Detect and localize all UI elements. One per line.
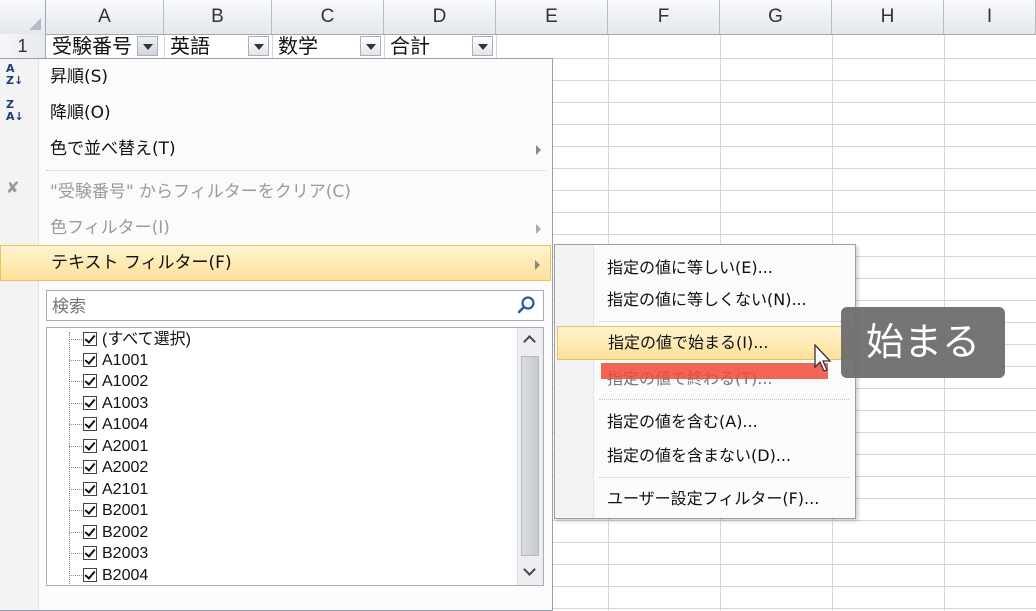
column-header-b[interactable]: B	[164, 0, 272, 34]
filter-not-equals-item[interactable]: 指定の値に等しくない(N)...	[557, 283, 853, 317]
checkbox-checked[interactable]	[83, 525, 97, 539]
select-all-corner[interactable]	[0, 0, 46, 34]
cell-b1[interactable]: 英語	[164, 34, 248, 58]
column-header-d[interactable]: D	[384, 0, 496, 34]
autofilter-menu: A Z↓ 昇順(S) Z A↓ 降順(O) 色で並べ替え(T) ✘ "受験番号" か…	[0, 58, 553, 611]
column-header-e[interactable]: E	[496, 0, 608, 34]
cell-c1[interactable]: 数学	[272, 34, 360, 58]
submenu-arrow-icon	[536, 145, 541, 155]
checkbox-checked[interactable]	[83, 482, 97, 496]
checkbox-checked[interactable]	[83, 374, 97, 388]
filter-search-box[interactable]	[46, 290, 544, 322]
sort-ascending-icon: A Z↓	[6, 62, 24, 87]
text-filter-item[interactable]: テキスト フィルター(F)	[0, 245, 551, 281]
clear-filter-icon: ✘	[6, 178, 20, 197]
filter-dropdown-b[interactable]	[248, 36, 269, 56]
custom-filter-item[interactable]: ユーザー設定フィルター(F)...	[557, 482, 853, 516]
filter-dropdown-a[interactable]	[137, 36, 158, 56]
annotation-tooltip: 始まる	[841, 307, 1005, 378]
column-header-h[interactable]: H	[832, 0, 944, 34]
cell-a1[interactable]: 受験番号	[46, 34, 138, 58]
checkbox-checked[interactable]	[83, 568, 97, 582]
checkbox-checked[interactable]	[83, 460, 97, 474]
checkbox-checked[interactable]	[83, 353, 97, 367]
column-header-bar: A B C D E F G H I	[0, 0, 1036, 35]
checkbox-checked[interactable]	[83, 332, 97, 346]
checkbox-checked[interactable]	[83, 503, 97, 517]
sort-descending-item[interactable]: Z A↓ 降順(O)	[0, 95, 551, 131]
scroll-up-icon[interactable]	[518, 328, 543, 353]
text-filter-submenu: 指定の値に等しい(E)... 指定の値に等しくない(N)... 指定の値で始まる…	[554, 244, 856, 519]
sort-descending-icon: Z A↓	[6, 98, 24, 123]
checkbox-checked[interactable]	[83, 439, 97, 453]
cell-d1[interactable]: 合計	[384, 34, 472, 58]
color-filter-item[interactable]: 色フィルター(I)	[0, 210, 551, 246]
column-header-c[interactable]: C	[272, 0, 384, 34]
filter-dropdown-c[interactable]	[360, 36, 381, 56]
annotation-highlight-bar	[601, 363, 828, 379]
filter-contains-item[interactable]: 指定の値を含む(A)...	[557, 405, 853, 439]
column-header-i[interactable]: I	[944, 0, 1036, 34]
column-header-g[interactable]: G	[720, 0, 832, 34]
list-scrollbar[interactable]	[517, 328, 543, 585]
sort-ascending-item[interactable]: A Z↓ 昇順(S)	[0, 59, 551, 95]
filter-values-list[interactable]: (すべて選択) A1001 A1002 A1003 A1004 A2001 A2…	[46, 327, 544, 586]
sort-by-color-item[interactable]: 色で並べ替え(T)	[0, 131, 551, 167]
column-header-a[interactable]: A	[46, 0, 164, 34]
checkbox-checked[interactable]	[83, 396, 97, 410]
submenu-arrow-icon	[535, 260, 540, 270]
filter-begins-with-item[interactable]: 指定の値で始まる(I)...	[557, 326, 853, 360]
checkbox-checked[interactable]	[83, 546, 97, 560]
checkbox-checked[interactable]	[83, 417, 97, 431]
scroll-thumb[interactable]	[521, 356, 539, 556]
submenu-arrow-icon	[536, 224, 541, 234]
search-icon[interactable]	[517, 295, 537, 315]
clear-filter-item[interactable]: ✘ "受験番号" からフィルターをクリア(C)	[0, 174, 551, 210]
scroll-down-icon[interactable]	[518, 560, 543, 585]
row-header-1[interactable]: 1	[0, 34, 46, 58]
column-header-f[interactable]: F	[608, 0, 720, 34]
filter-dropdown-d[interactable]	[472, 36, 493, 56]
filter-search-input[interactable]	[47, 291, 494, 322]
mouse-cursor-icon	[814, 344, 832, 372]
filter-equals-item[interactable]: 指定の値に等しい(E)...	[557, 251, 853, 285]
filter-not-contains-item[interactable]: 指定の値を含まない(D)...	[557, 439, 853, 473]
